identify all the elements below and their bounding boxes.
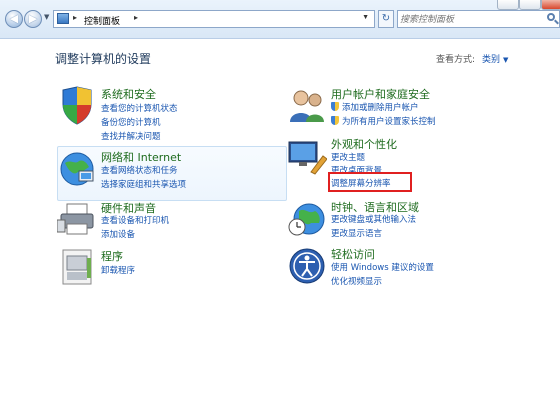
address-dropdown-icon[interactable]: ▼: [362, 14, 369, 21]
link-optimize-visual-display[interactable]: 优化视频显示: [331, 275, 382, 287]
close-button[interactable]: [541, 0, 560, 10]
link-add-remove-accounts[interactable]: 添加或删除用户帐户: [331, 101, 419, 113]
link-change-display-language[interactable]: 更改显示语言: [331, 227, 382, 239]
category-title[interactable]: 轻松访问: [331, 246, 375, 262]
link-troubleshoot[interactable]: 查找并解决问题: [101, 130, 161, 142]
search-box[interactable]: [397, 10, 560, 28]
address-bar[interactable]: ▸ 控制面板 ▸ ▼: [53, 10, 375, 28]
link-change-theme[interactable]: 更改主题: [331, 151, 365, 163]
shield-icon: [62, 86, 92, 125]
link-parental-controls[interactable]: 为所有用户设置家长控制: [331, 115, 436, 127]
category-title[interactable]: 程序: [101, 248, 123, 264]
category-title[interactable]: 用户帐户和家庭安全: [331, 86, 430, 102]
breadcrumb-control-panel[interactable]: 控制面板: [84, 14, 120, 27]
network-globe-icon: [60, 152, 94, 186]
programs-icon: [62, 249, 92, 285]
link-homegroup-sharing[interactable]: 选择家庭组和共享选项: [101, 178, 186, 190]
breadcrumb-arrow-icon[interactable]: ▸: [73, 13, 77, 22]
view-by-label: 查看方式:: [436, 55, 476, 65]
back-button[interactable]: ◀: [5, 10, 23, 28]
category-title[interactable]: 外观和个性化: [331, 136, 397, 152]
link-windows-suggested-settings[interactable]: 使用 Windows 建议的设置: [331, 261, 434, 273]
link-uninstall-program[interactable]: 卸载程序: [101, 264, 135, 276]
forward-button[interactable]: ▶: [24, 10, 42, 28]
page-title: 调整计算机的设置: [55, 52, 152, 66]
users-icon: [290, 90, 324, 122]
search-input[interactable]: [400, 12, 540, 26]
maximize-button[interactable]: [519, 0, 541, 10]
link-view-computer-status[interactable]: 查看您的计算机状态: [101, 102, 178, 114]
view-by-value[interactable]: 类别: [482, 55, 500, 65]
view-by-dropdown[interactable]: 类别 ▼: [482, 52, 508, 65]
category-title[interactable]: 网络和 Internet: [101, 149, 181, 165]
resolution-highlight-outline: [328, 172, 412, 192]
link-devices-printers[interactable]: 查看设备和打印机: [101, 214, 169, 226]
chevron-down-icon[interactable]: ▼: [503, 56, 508, 64]
display-personalize-icon: [288, 141, 327, 175]
link-change-keyboard-input[interactable]: 更改键盘或其他输入法: [331, 213, 416, 225]
breadcrumb-arrow-icon[interactable]: ▸: [134, 13, 138, 22]
link-network-status[interactable]: 查看网络状态和任务: [101, 164, 178, 176]
minimize-button[interactable]: [497, 0, 519, 10]
refresh-button[interactable]: ↻: [378, 10, 394, 28]
search-icon[interactable]: [547, 13, 555, 21]
navigation-bar: ◀ ▶ ▼ ▸ 控制面板 ▸ ▼ ↻: [0, 0, 560, 39]
link-add-device[interactable]: 添加设备: [101, 228, 135, 240]
recent-pages-dropdown-icon[interactable]: ▼: [44, 13, 49, 21]
control-panel-icon: [57, 13, 69, 24]
clock-globe-icon: [288, 203, 325, 236]
link-backup-computer[interactable]: 备份您的计算机: [101, 116, 161, 128]
printer-icon: [57, 203, 94, 235]
ease-of-access-icon: [289, 248, 325, 284]
category-title[interactable]: 系统和安全: [101, 86, 156, 102]
